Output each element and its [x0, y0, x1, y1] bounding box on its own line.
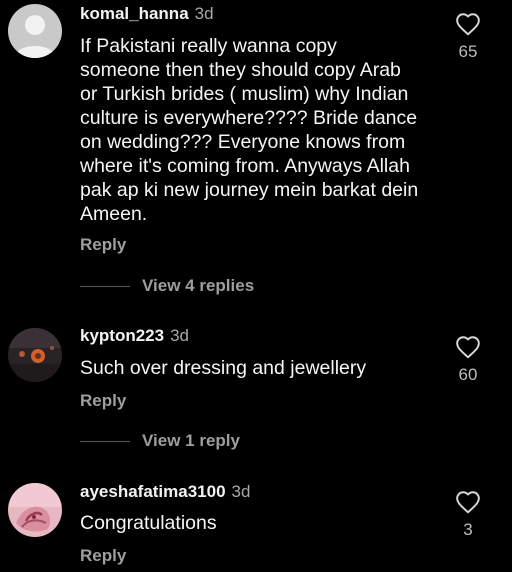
reply-button[interactable]: Reply — [80, 235, 126, 255]
comment-text-line: someone then they should copy Arab — [80, 59, 401, 81]
comment-text-line: Ameen. — [80, 203, 148, 225]
avatar[interactable] — [8, 328, 62, 382]
view-replies-button[interactable]: View 4 replies — [80, 274, 254, 298]
comment-text: Such over dressing and jewellery — [80, 356, 440, 380]
comment-text-line: If Pakistani really wanna copy — [80, 35, 337, 57]
comment-text-line: where it's coming from. Anyways Allah — [80, 155, 410, 177]
like-count: 60 — [458, 365, 478, 384]
view-replies-label: View 1 reply — [142, 431, 240, 450]
comment-username[interactable]: kypton223 — [80, 326, 164, 345]
replies-divider-line — [80, 440, 130, 442]
comment-username[interactable]: ayeshafatima3100 — [80, 482, 226, 501]
comment-timestamp: 3d — [231, 482, 251, 501]
comment-text: If Pakistani really wanna copy someone t… — [80, 34, 440, 226]
heart-outline-icon[interactable] — [455, 335, 481, 359]
like-count: 3 — [463, 520, 473, 539]
view-replies-label: View 4 replies — [142, 276, 255, 295]
comment-text-line: culture is everywhere???? Bride dance — [80, 107, 418, 129]
comment-header: ayeshafatima3100 3d — [80, 480, 250, 504]
like-control: 3 — [448, 490, 488, 540]
comment-header: komal_hanna 3d — [80, 2, 214, 26]
comment-text: Congratulations — [80, 511, 440, 535]
default-user-avatar-icon — [8, 4, 62, 58]
heart-outline-icon[interactable] — [455, 490, 481, 514]
avatar[interactable] — [8, 483, 62, 537]
comment-text-line: or Turkish brides ( muslim) why Indian — [80, 83, 409, 105]
comment-timestamp: 3d — [194, 4, 214, 23]
comment-header: kypton223 3d — [80, 324, 189, 348]
reply-button[interactable]: Reply — [80, 546, 126, 566]
avatar[interactable] — [8, 4, 62, 58]
replies-divider-line — [80, 285, 130, 287]
comment-username[interactable]: komal_hanna — [80, 4, 189, 23]
comment-text-line: pak ap ki new journey mein barkat dein — [80, 179, 419, 201]
comment-text-line: Such over dressing and jewellery — [80, 357, 367, 379]
hands-photo-avatar — [8, 483, 62, 537]
comment-text-line: on wedding??? Everyone knows from — [80, 131, 406, 153]
view-replies-button[interactable]: View 1 reply — [80, 429, 240, 453]
comment-timestamp: 3d — [170, 326, 190, 345]
flower-photo-avatar — [8, 328, 62, 382]
like-count: 65 — [458, 42, 478, 61]
reply-button[interactable]: Reply — [80, 391, 126, 411]
heart-outline-icon[interactable] — [455, 12, 481, 36]
like-control: 65 — [448, 12, 488, 62]
like-control: 60 — [448, 335, 488, 385]
comment-text-line: Congratulations — [80, 512, 217, 534]
